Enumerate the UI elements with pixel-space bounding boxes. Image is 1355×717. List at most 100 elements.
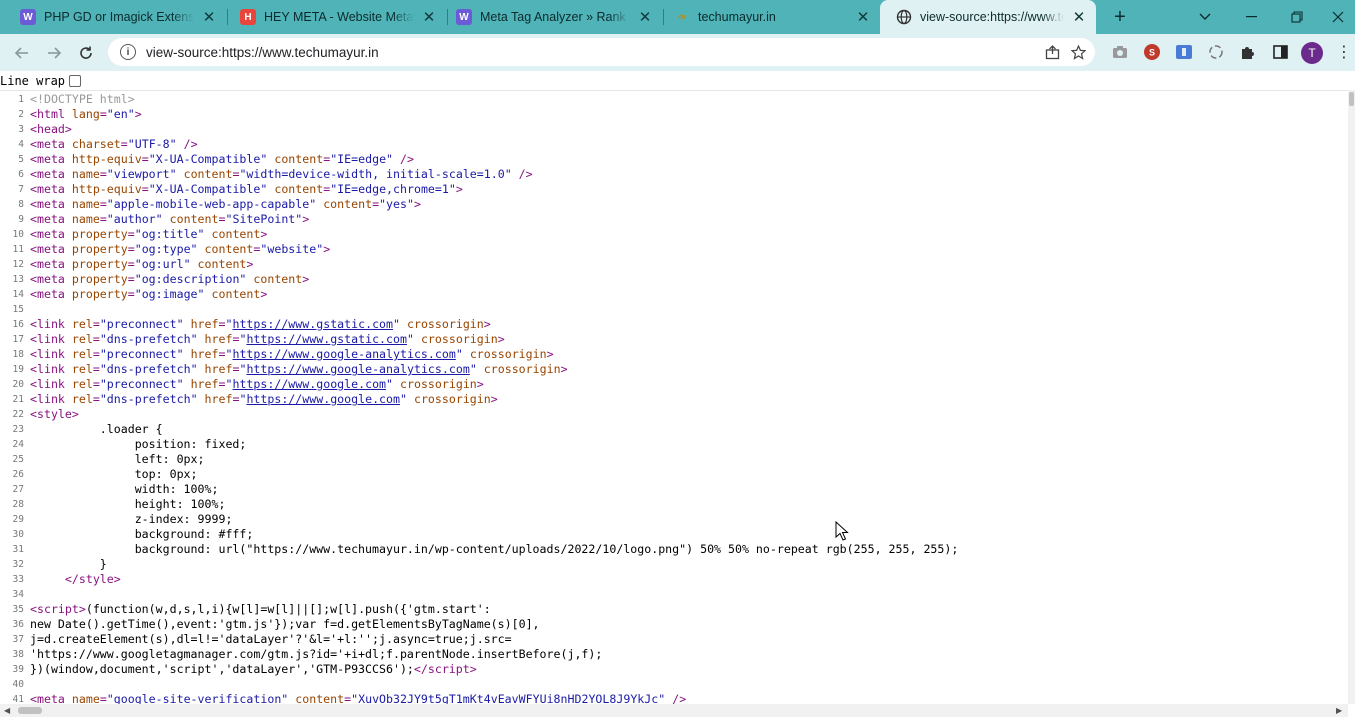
line-number: 19: [12, 364, 24, 375]
line-number: 28: [12, 499, 24, 510]
divider: [0, 90, 1348, 91]
puzzle-extensions-icon[interactable]: [1238, 42, 1258, 62]
line-number: 7: [18, 184, 24, 195]
seo-extension-icon[interactable]: S: [1142, 42, 1162, 62]
line-code: .loader {: [30, 422, 163, 436]
line-number: 10: [12, 229, 24, 240]
vertical-scroll-thumb[interactable]: [1349, 92, 1354, 106]
line-code: <meta charset="UTF-8" />: [30, 137, 198, 151]
url-text[interactable]: view-source:https://www.techumayur.in: [146, 45, 1039, 60]
reload-icon: [80, 46, 92, 59]
tab-hey-meta[interactable]: H HEY META - Website Meta Ta ✕: [224, 0, 446, 34]
minimize-button[interactable]: [1228, 0, 1274, 34]
source-line: 22 <style>: [0, 407, 79, 422]
line-code: <link rel="preconnect" href="https://www…: [30, 317, 491, 331]
source-line: 35 <script>(function(w,d,s,l,i){w[l]=w[l]…: [0, 602, 491, 617]
info-icon[interactable]: i: [120, 44, 136, 60]
bookmark-star-icon[interactable]: [1065, 39, 1091, 65]
line-code: top: 0px;: [30, 467, 198, 481]
line-code: <link rel="dns-prefetch" href="https://w…: [30, 332, 505, 346]
close-icon[interactable]: ✕: [1070, 8, 1088, 26]
recycle-icon[interactable]: [1206, 42, 1226, 62]
line-number: 31: [12, 544, 24, 555]
line-number: 4: [18, 139, 24, 150]
close-icon[interactable]: ✕: [636, 8, 654, 26]
line-code: <meta property="og:description" content>: [30, 272, 310, 286]
line-number: 38: [12, 649, 24, 660]
arrow-right-icon: [48, 47, 62, 59]
source-line: 15: [0, 302, 30, 317]
source-line: 39})(window,document,'script','dataLayer…: [0, 662, 477, 677]
line-number: 6: [18, 169, 24, 180]
source-line: 37 j=d.createElement(s),dl=l!='dataLayer'…: [0, 632, 512, 647]
tab-strip: W PHP GD or Imagick Extension ✕ H HEY ME…: [0, 0, 1355, 34]
line-number: 5: [18, 154, 24, 165]
close-icon[interactable]: ✕: [420, 8, 438, 26]
tab-title: HEY META - Website Meta Ta: [264, 10, 414, 24]
line-number: 26: [12, 469, 24, 480]
line-number: 24: [12, 439, 24, 450]
line-code: <meta http-equiv="X-UA-Compatible" conte…: [30, 182, 463, 196]
tab-search-button[interactable]: [1182, 0, 1228, 34]
forward-button[interactable]: [40, 39, 68, 67]
source-line: 2 <html lang="en">: [0, 107, 141, 122]
reload-button[interactable]: [72, 39, 100, 67]
back-button[interactable]: [8, 39, 36, 67]
source-line: 36 new Date().getTime(),event:'gtm.js'});…: [0, 617, 540, 632]
chevron-down-icon: [1199, 13, 1211, 20]
source-view[interactable]: 1 <!DOCTYPE html> 2 <html lang="en"> 3 <head>…: [0, 92, 1348, 704]
line-code: <meta property="og:title" content>: [30, 227, 268, 241]
horizontal-scroll-thumb[interactable]: [18, 707, 42, 714]
source-line: 30 background: #fff;: [0, 527, 254, 542]
camera-icon[interactable]: [1110, 42, 1130, 62]
line-number: 12: [12, 259, 24, 270]
tab-view-source[interactable]: view-source:https://www.tec ✕: [880, 0, 1096, 34]
restore-button[interactable]: [1274, 0, 1320, 34]
source-line: 14 <meta property="og:image" content>: [0, 287, 268, 302]
share-icon[interactable]: [1039, 39, 1065, 65]
line-wrap-checkbox[interactable]: [69, 75, 82, 87]
line-number: 15: [12, 304, 24, 315]
scroll-left-arrow-icon[interactable]: ◀: [4, 706, 10, 715]
scroll-right-arrow-icon[interactable]: ▶: [1336, 706, 1342, 715]
close-icon[interactable]: ✕: [200, 8, 218, 26]
source-line: 18 <link rel="preconnect" href="https://w…: [0, 347, 554, 362]
horizontal-scrollbar[interactable]: ◀ ▶: [0, 704, 1348, 717]
tab-title: PHP GD or Imagick Extension: [44, 10, 194, 24]
menu-kebab-icon[interactable]: ⋮: [1334, 42, 1354, 62]
vertical-scrollbar[interactable]: [1348, 90, 1355, 704]
source-line: 38 'https://www.googletagmanager.com/gtm.…: [0, 647, 603, 662]
line-code: <link rel="preconnect" href="https://www…: [30, 377, 484, 391]
source-line: 16 <link rel="preconnect" href="https://w…: [0, 317, 491, 332]
line-code: left: 0px;: [30, 452, 205, 466]
side-panel-icon[interactable]: [1270, 42, 1290, 62]
new-tab-button[interactable]: +: [1108, 5, 1132, 29]
line-number: 29: [12, 514, 24, 525]
line-code: <!DOCTYPE html>: [30, 92, 135, 106]
source-line: 33 </style>: [0, 572, 121, 587]
profile-avatar[interactable]: T: [1301, 42, 1323, 64]
close-icon[interactable]: ✕: [854, 8, 872, 26]
source-line: 34: [0, 587, 30, 602]
source-line: 23 .loader {: [0, 422, 163, 437]
tab-rank-math[interactable]: W Meta Tag Analyzer » Rank Ma ✕: [440, 0, 662, 34]
line-number: 23: [12, 424, 24, 435]
line-code: <link rel="dns-prefetch" href="https://w…: [30, 392, 498, 406]
tab-php-gd[interactable]: W PHP GD or Imagick Extension ✕: [4, 0, 226, 34]
line-number: 33: [12, 574, 24, 585]
tab-techumayur[interactable]: ∞ techumayur.in ✕: [658, 0, 880, 34]
line-wrap-label: Line wrap: [0, 74, 66, 88]
line-code: <meta name="apple-mobile-web-app-capable…: [30, 197, 421, 211]
close-window-button[interactable]: [1320, 0, 1355, 34]
globe-icon: [896, 9, 912, 25]
line-number: 22: [12, 409, 24, 420]
source-line: 6 <meta name="viewport" content="width=de…: [0, 167, 532, 182]
source-line: 3 <head>: [0, 122, 72, 137]
line-code: <link rel="preconnect" href="https://www…: [30, 347, 554, 361]
translate-extension-icon[interactable]: [1174, 42, 1194, 62]
line-code: new Date().getTime(),event:'gtm.js'});va…: [30, 617, 540, 631]
address-bar[interactable]: i view-source:https://www.techumayur.in: [108, 38, 1095, 66]
line-number: 25: [12, 454, 24, 465]
line-wrap-control[interactable]: Line wrap: [0, 73, 82, 89]
source-line: 7 <meta http-equiv="X-UA-Compatible" cont…: [0, 182, 463, 197]
